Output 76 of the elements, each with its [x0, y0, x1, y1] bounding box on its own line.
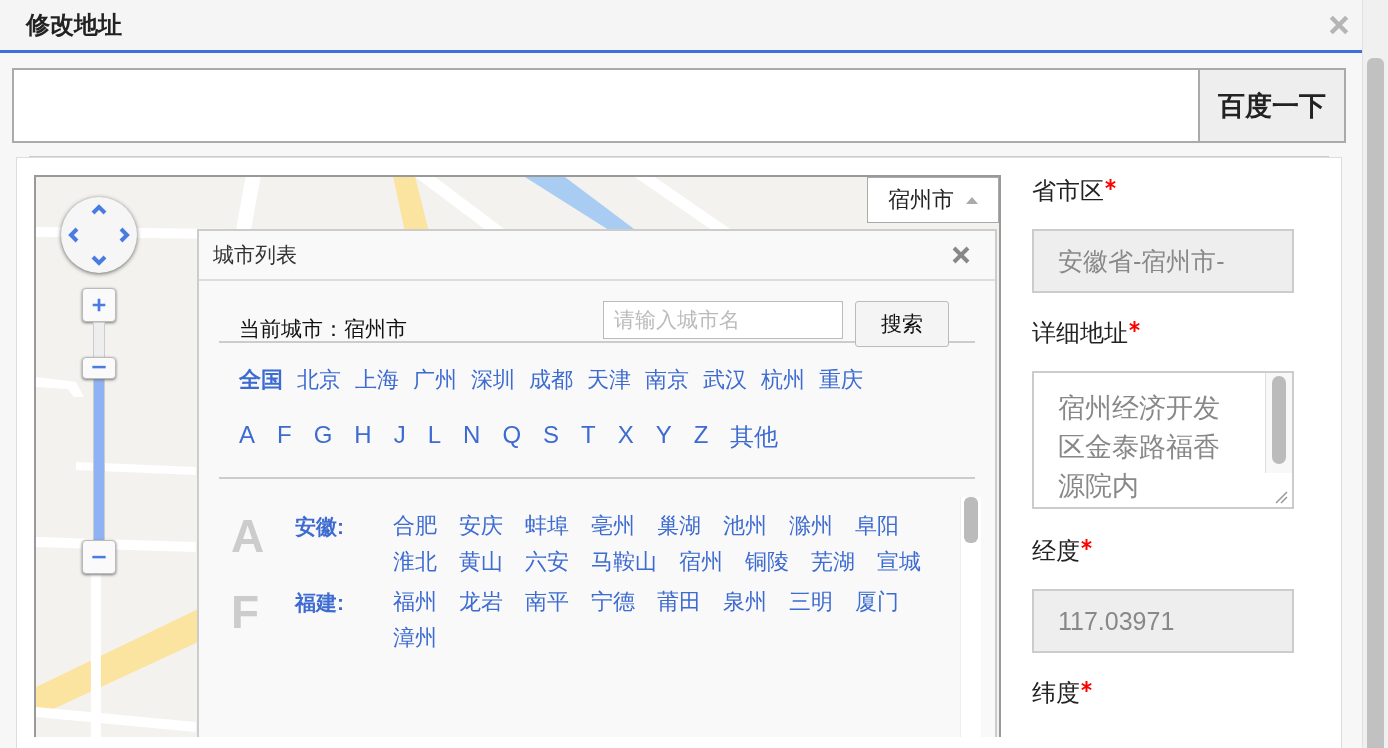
scrollbar[interactable]: [960, 497, 981, 737]
letter-link[interactable]: S: [543, 421, 560, 453]
city-link[interactable]: 芜湖: [811, 549, 855, 575]
city-link[interactable]: 六安: [525, 549, 569, 575]
city-link[interactable]: 武汉: [703, 365, 747, 395]
current-city: 当前城市：宿州市: [238, 316, 408, 342]
city-selector[interactable]: 宿州市: [867, 177, 999, 223]
city-link[interactable]: 铜陵: [745, 549, 789, 575]
city-link[interactable]: 广州: [413, 365, 457, 395]
scrollbar[interactable]: [1265, 373, 1292, 473]
close-icon[interactable]: [1328, 14, 1350, 36]
close-icon[interactable]: [951, 245, 971, 265]
scrollbar[interactable]: [1362, 0, 1388, 748]
slider-handle[interactable]: [82, 356, 116, 379]
letter-link[interactable]: 其他: [730, 421, 779, 453]
city-link[interactable]: 安庆: [459, 513, 503, 539]
letter-link[interactable]: F: [277, 421, 292, 453]
city-link[interactable]: 厦门: [855, 589, 899, 615]
search-field[interactable]: [12, 68, 1198, 143]
field-label: 纬度: [1032, 678, 1080, 708]
letter-link[interactable]: L: [427, 421, 442, 453]
letter-link[interactable]: Q: [502, 421, 522, 453]
city-link[interactable]: 蚌埠: [525, 513, 569, 539]
zoom-out-button[interactable]: [82, 540, 116, 574]
city-link[interactable]: 宁德: [591, 589, 635, 615]
address-field[interactable]: 宿州经济开发区金泰路福香源院内: [1032, 371, 1294, 509]
letter-link[interactable]: J: [393, 421, 406, 453]
plus-icon: [90, 296, 108, 314]
letter-link[interactable]: Y: [655, 421, 672, 453]
city-link[interactable]: 池州: [723, 513, 767, 539]
city-link[interactable]: 杭州: [761, 365, 805, 395]
province-label: 福建:: [295, 590, 345, 616]
city-link[interactable]: 巢湖: [657, 513, 701, 539]
letter-link[interactable]: A: [239, 421, 255, 453]
city-link[interactable]: 亳州: [591, 513, 635, 539]
city-link[interactable]: 北京: [297, 365, 341, 395]
city-link[interactable]: 淮北: [393, 549, 437, 575]
city-link[interactable]: 宿州: [679, 549, 723, 575]
city-link[interactable]: 合肥: [393, 513, 437, 539]
city-link[interactable]: 泉州: [723, 589, 767, 615]
city-link[interactable]: 南京: [645, 365, 689, 395]
city-link[interactable]: 宣城: [877, 549, 921, 575]
zoom-in-button[interactable]: [82, 288, 116, 322]
city-link[interactable]: 黄山: [459, 549, 503, 575]
letter-link[interactable]: N: [463, 421, 481, 453]
window-title: 修改地址: [26, 10, 122, 40]
city-link[interactable]: 三明: [789, 589, 833, 615]
city-link[interactable]: 龙岩: [459, 589, 503, 615]
search-button[interactable]: 百度一下: [1198, 68, 1346, 143]
city-link[interactable]: 马鞍山: [591, 549, 657, 575]
city-link[interactable]: 福州: [393, 589, 437, 615]
city-link[interactable]: 成都: [529, 365, 573, 395]
letter-link[interactable]: G: [313, 421, 333, 453]
city-link[interactable]: 上海: [355, 365, 399, 395]
field-label: 经度: [1032, 536, 1080, 566]
city-search-field[interactable]: 请输入城市名: [603, 301, 843, 339]
caret-icon: [966, 196, 978, 204]
letter-link[interactable]: X: [617, 421, 634, 453]
city-link[interactable]: 滁州: [789, 513, 833, 539]
city-link[interactable]: 莆田: [657, 589, 701, 615]
city-link[interactable]: 南平: [525, 589, 569, 615]
city-link[interactable]: 天津: [587, 365, 631, 395]
city-link[interactable]: 漳州: [393, 625, 437, 651]
minus-icon: [90, 554, 108, 560]
city-search-button[interactable]: 搜索: [855, 301, 949, 347]
popup-title: 城市列表: [213, 242, 297, 268]
city-link[interactable]: 深圳: [471, 365, 515, 395]
letter-link[interactable]: Z: [693, 421, 709, 453]
city-link[interactable]: 阜阳: [855, 513, 899, 539]
city-link[interactable]: 全国: [239, 365, 283, 395]
field-label: 省市区: [1032, 176, 1104, 206]
letter-link[interactable]: T: [581, 421, 596, 453]
city-link[interactable]: 重庆: [819, 365, 863, 395]
province-label: 安徽:: [295, 514, 345, 540]
letter-link[interactable]: H: [354, 421, 372, 453]
field-label: 详细地址: [1032, 318, 1128, 348]
